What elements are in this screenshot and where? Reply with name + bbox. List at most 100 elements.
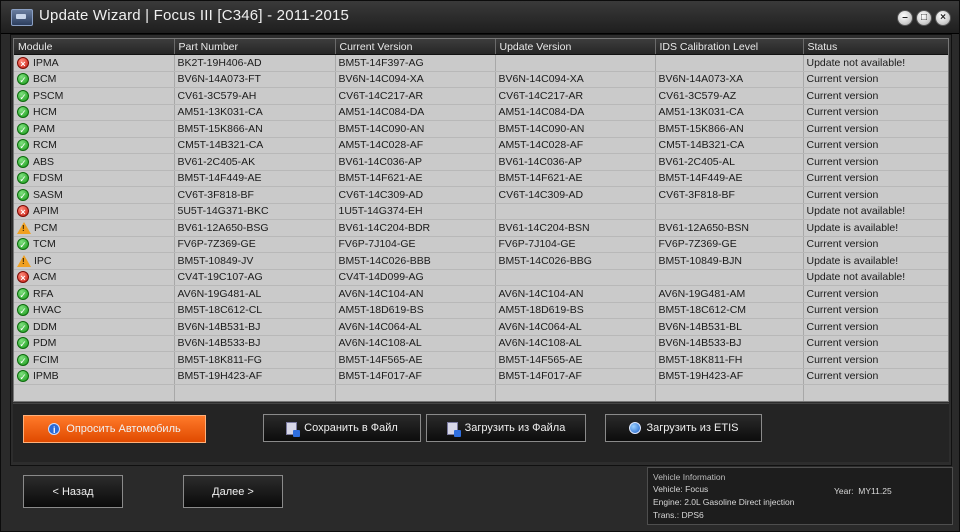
table-row[interactable]: × IPMA BK2T-19H406-AD BM5T-14F397-AG Update … — [14, 54, 948, 72]
save-to-file-button[interactable]: Сохранить в Файл — [263, 414, 421, 442]
table-row[interactable]: ✓ TCM FV6P-7Z369-GE FV6P-7J104-GE FV6P-7J104… — [14, 236, 948, 253]
column-header-ids-calibration-level[interactable]: IDS Calibration Level — [655, 39, 804, 55]
error-icon: × — [17, 205, 29, 218]
table-row[interactable]: ✓ RCM CM5T-14B321-CA AM5T-14C028-AF AM5T-14C… — [14, 137, 948, 154]
table-row[interactable]: ✓ HVAC BM5T-18C612-CL AM5T-18D619-BS AM5T-18… — [14, 302, 948, 319]
part-number-cell: BM5T-10849-JV — [174, 252, 336, 270]
module-name: FDSM — [33, 172, 63, 185]
minimize-button[interactable]: – — [897, 10, 913, 26]
load-from-etis-button[interactable]: Загрузить из ETIS — [605, 414, 762, 442]
error-icon: × — [17, 56, 29, 69]
table-row[interactable]: ✓ BCM BV6N-14A073-FT BV6N-14C094-XA BV6N-14C… — [14, 71, 948, 88]
table-row[interactable]: ✓ FCIM BM5T-18K811-FG BM5T-14F565-AE BM5T-14… — [14, 351, 948, 369]
table-row[interactable]: ✓ HCM AM51-13K031-CA AM51-14C084-DA AM51-14C… — [14, 104, 948, 121]
part-number-cell: CM5T-14B321-CA — [174, 137, 336, 154]
ids-calibration-cell: FV6P-7Z369-GE — [655, 236, 804, 253]
ids-calibration-cell: BV61-12A650-BSN — [655, 219, 804, 237]
empty-row — [14, 384, 948, 401]
maximize-button[interactable]: □ — [916, 10, 932, 26]
part-number-cell: BM5T-15K866-AN — [174, 120, 336, 138]
part-number-cell: 5U5T-14G371-BKC — [174, 203, 336, 220]
table-row[interactable]: ✓ SASM CV6T-3F818-BF CV6T-14C309-AD CV6T-14C… — [14, 186, 948, 204]
status-cell: Update is available! — [803, 219, 948, 237]
table-row[interactable]: ✓ PSCM CV61-3C579-AH CV6T-14C217-AR CV6T-14C… — [14, 87, 948, 105]
table-row[interactable]: ✓ PAM BM5T-15K866-AN BM5T-14C090-AN BM5T-14C… — [14, 120, 948, 138]
status-cell: Current version — [803, 368, 948, 385]
table-row[interactable]: ! PCM BV61-12A650-BSG BV61-14C204-BDR BV61-1… — [14, 219, 948, 237]
table-row[interactable]: ✓ ABS BV61-2C405-AK BV61-14C036-AP BV61-14C0… — [14, 153, 948, 171]
table-row[interactable]: ✓ FDSM BM5T-14F449-AE BM5T-14F621-AE BM5T-14… — [14, 170, 948, 187]
load-from-file-button[interactable]: Загрузить из Файла — [426, 414, 586, 442]
year-row: Year: MY11.25 — [834, 486, 892, 496]
module-name: APIM — [33, 205, 59, 218]
transmission-row: Trans.: DPS6 — [653, 510, 704, 520]
check-icon: ✓ — [17, 287, 29, 300]
modules-grid[interactable]: Module Part Number Current Version Updat… — [13, 38, 949, 402]
table-row[interactable]: ✓ IPMB BM5T-19H423-AF BM5T-14F017-AF BM5T-14… — [14, 368, 948, 385]
status-cell: Current version — [803, 186, 948, 204]
column-header-status[interactable]: Status — [803, 39, 948, 55]
part-number-cell: BV61-12A650-BSG — [174, 219, 336, 237]
poll-vehicle-button[interactable]: i Опросить Автомобиль — [23, 415, 206, 443]
ids-calibration-cell: BM5T-19H423-AF — [655, 368, 804, 385]
ids-calibration-cell — [655, 54, 804, 72]
module-cell: ✓ RFA — [14, 285, 175, 303]
current-version-cell: BM5T-14F621-AE — [335, 170, 496, 187]
ids-calibration-cell: BV6N-14A073-XA — [655, 71, 804, 88]
table-row[interactable]: ✓ PDM BV6N-14B533-BJ AV6N-14C108-AL AV6N-14C… — [14, 335, 948, 352]
current-version-cell: FV6P-7J104-GE — [335, 236, 496, 253]
table-row[interactable]: ✓ RFA AV6N-19G481-AL AV6N-14C104-AN AV6N-14C… — [14, 285, 948, 303]
module-cell: ✓ FDSM — [14, 170, 175, 187]
status-cell: Current version — [803, 137, 948, 154]
status-cell: Update not available! — [803, 203, 948, 220]
module-cell: ✓ PSCM — [14, 87, 175, 105]
check-icon: ✓ — [17, 188, 29, 201]
module-cell-content: ✓ PAM — [17, 122, 173, 135]
update-version-cell: BM5T-14C090-AN — [495, 120, 656, 138]
current-version-cell: AM5T-14C028-AF — [335, 137, 496, 154]
column-header-update-version[interactable]: Update Version — [495, 39, 656, 55]
table-row[interactable]: × APIM 5U5T-14G371-BKC 1U5T-14G374-EH Update… — [14, 203, 948, 220]
ids-calibration-cell: BV6N-14B533-BJ — [655, 335, 804, 352]
ids-calibration-cell: BM5T-14F449-AE — [655, 170, 804, 187]
close-button[interactable]: × — [935, 10, 951, 26]
update-version-cell: CV6T-14C217-AR — [495, 87, 656, 105]
transmission-label: Trans.: — [653, 510, 680, 520]
current-version-cell: CV4T-14D099-AG — [335, 269, 496, 286]
table-row[interactable]: × ACM CV4T-19C107-AG CV4T-14D099-AG Update n… — [14, 269, 948, 286]
next-button[interactable]: Далее > — [183, 475, 283, 508]
module-name: ACM — [33, 271, 57, 284]
module-cell: ✓ PAM — [14, 120, 175, 138]
update-version-cell: AV6N-14C064-AL — [495, 318, 656, 336]
current-version-cell: BV6N-14C094-XA — [335, 71, 496, 88]
module-cell: × APIM — [14, 203, 175, 220]
save-to-file-label: Сохранить в Файл — [304, 422, 398, 434]
back-button[interactable]: < Назад — [23, 475, 123, 508]
table-row[interactable]: ✓ DDM BV6N-14B531-BJ AV6N-14C064-AL AV6N-14C… — [14, 318, 948, 336]
current-version-cell: BM5T-14F397-AG — [335, 54, 496, 72]
module-cell-content: ✓ ABS — [17, 155, 173, 168]
empty-cell — [655, 384, 804, 401]
module-cell-content: × ACM — [17, 271, 173, 284]
engine-label: Engine: — [653, 497, 682, 507]
ids-calibration-cell — [655, 203, 804, 220]
table-row[interactable]: ! IPC BM5T-10849-JV BM5T-14C026-BBB BM5T-14C… — [14, 252, 948, 270]
module-cell-content: ✓ FCIM — [17, 353, 173, 366]
title-bar[interactable]: Update Wizard | Focus III [C346] - 2011-… — [1, 1, 959, 34]
column-header-module[interactable]: Module — [14, 39, 175, 55]
module-name: TCM — [33, 238, 56, 251]
check-icon: ✓ — [17, 172, 29, 185]
status-cell: Current version — [803, 170, 948, 187]
check-icon: ✓ — [17, 337, 29, 350]
column-header-current-version[interactable]: Current Version — [335, 39, 496, 55]
column-header-part-number[interactable]: Part Number — [174, 39, 336, 55]
update-version-cell: BM5T-14F621-AE — [495, 170, 656, 187]
empty-cell — [335, 384, 496, 401]
part-number-cell: BV6N-14B533-BJ — [174, 335, 336, 352]
update-version-cell: FV6P-7J104-GE — [495, 236, 656, 253]
ids-calibration-cell — [655, 269, 804, 286]
status-cell: Current version — [803, 351, 948, 369]
current-version-cell: BM5T-14C026-BBB — [335, 252, 496, 270]
error-icon: × — [17, 271, 29, 284]
module-cell: ✓ PDM — [14, 335, 175, 352]
